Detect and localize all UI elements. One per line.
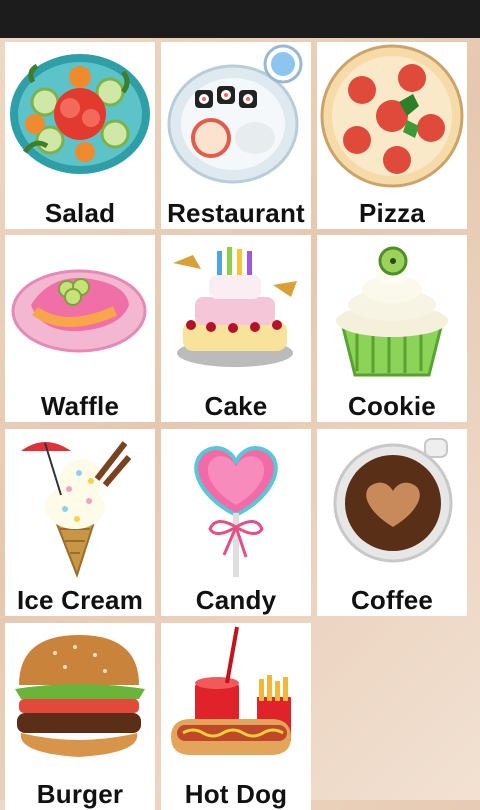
menu-item-cookie[interactable]: Cookie xyxy=(317,235,467,422)
menu-grid: Salad Restaurant Pizza Waffle Cake Cooki… xyxy=(0,38,480,810)
heart-lollipop-icon xyxy=(194,446,278,577)
menu-item-label: Pizza xyxy=(358,198,426,228)
menu-item-label: Burger xyxy=(36,779,124,809)
cupcake-icon xyxy=(336,246,448,377)
menu-item-restaurant[interactable]: Restaurant xyxy=(161,42,311,229)
menu-item-label: Cookie xyxy=(348,391,436,421)
menu-item-label: Candy xyxy=(195,585,277,615)
waffle-icon xyxy=(11,269,147,353)
menu-item-label: Restaurant xyxy=(167,198,305,228)
menu-item-label: Coffee xyxy=(350,585,434,615)
cake-icon xyxy=(173,247,297,367)
menu-item-ice-cream[interactable]: Ice Cream xyxy=(5,429,155,616)
menu-item-pizza[interactable]: Pizza xyxy=(317,42,467,229)
hot-dog-icon xyxy=(171,626,291,755)
menu-item-candy[interactable]: Candy xyxy=(161,429,311,616)
sushi-plate-icon xyxy=(167,44,303,184)
salad-icon xyxy=(10,54,150,174)
menu-item-hot-dog[interactable]: Hot Dog xyxy=(161,623,311,810)
pizza-icon xyxy=(320,44,464,188)
menu-item-waffle[interactable]: Waffle xyxy=(5,235,155,422)
menu-item-label: Hot Dog xyxy=(184,779,288,809)
menu-item-label: Ice Cream xyxy=(16,585,144,615)
menu-item-coffee[interactable]: Coffee xyxy=(317,429,467,616)
menu-item-label: Salad xyxy=(44,198,116,228)
menu-item-salad[interactable]: Salad xyxy=(5,42,155,229)
menu-item-label: Cake xyxy=(204,391,268,421)
ice-cream-cone-icon xyxy=(21,441,132,578)
menu-item-label: Waffle xyxy=(40,391,120,421)
menu-item-cake[interactable]: Cake xyxy=(161,235,311,422)
status-bar xyxy=(0,0,480,38)
burger-icon xyxy=(15,635,145,757)
coffee-cup-icon xyxy=(333,438,453,563)
menu-item-burger[interactable]: Burger xyxy=(5,623,155,810)
